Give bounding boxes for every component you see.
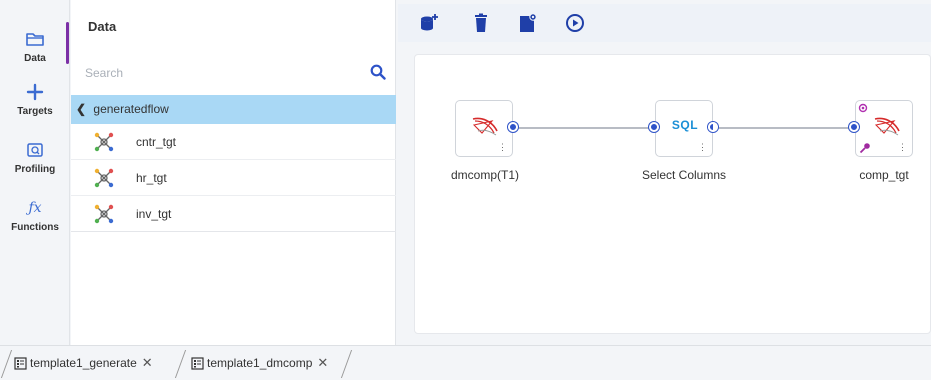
canvas-toolbar (398, 4, 931, 42)
input-port[interactable] (649, 122, 659, 132)
flow-file-icon (14, 357, 27, 370)
link-line (513, 127, 653, 129)
profiling-icon (27, 143, 43, 157)
tab-bar: template1_generate ✕ template1_dmcomp ✕ (0, 345, 931, 380)
node-menu-icon[interactable]: ⋮ (898, 143, 907, 152)
list-item-cntr-tgt[interactable]: cntr_tgt (71, 124, 396, 160)
tab-template1-dmcomp[interactable]: template1_dmcomp ✕ (191, 350, 328, 376)
flow-file-icon (191, 357, 204, 370)
node-select-columns[interactable]: SQL ⋮ (655, 100, 713, 157)
list-item-label: cntr_tgt (136, 135, 177, 149)
list-item-hr-tgt[interactable]: hr_tgt (71, 160, 396, 196)
target-marker-icon (858, 103, 868, 113)
node-menu-icon[interactable]: ⋮ (698, 143, 707, 152)
rail-item-label: Profiling (14, 164, 56, 175)
node-comp-tgt[interactable]: ⋮ (855, 100, 913, 157)
function-icon: ƒx (28, 200, 42, 216)
tab-template1-generate[interactable]: template1_generate ✕ (14, 350, 153, 376)
flow-canvas[interactable]: ⋮ dmcomp(T1) SQL ⋮ Select Columns ⋮ comp… (414, 54, 931, 334)
delete-icon[interactable] (470, 12, 492, 34)
tab-divider (340, 350, 353, 378)
tab-label: template1_dmcomp (207, 356, 313, 370)
list-item-inv-tgt[interactable]: inv_tgt (71, 196, 396, 232)
target-node-icon (94, 132, 114, 152)
node-dmcomp[interactable]: ⋮ (455, 100, 513, 157)
tab-label: template1_generate (30, 356, 137, 370)
app-window: Data Targets Profiling ƒx Functions Data (0, 0, 931, 380)
sql-badge: SQL (671, 118, 699, 132)
data-panel: Data ❮ generatedflow cntr_tgt (71, 0, 396, 345)
rail-item-functions[interactable]: ƒx Functions (0, 198, 70, 233)
link-line (713, 127, 853, 129)
rail-item-label: Targets (17, 106, 53, 117)
search-icon[interactable] (370, 64, 386, 80)
plus-icon (26, 83, 44, 101)
flow-name: generatedflow (93, 102, 169, 116)
output-port[interactable] (508, 122, 518, 132)
add-database-icon[interactable] (418, 12, 440, 34)
list-item-label: hr_tgt (136, 171, 167, 185)
run-icon[interactable] (564, 12, 586, 34)
rail-item-data[interactable]: Data (0, 29, 70, 64)
tab-divider (0, 350, 13, 378)
search-input[interactable] (71, 55, 396, 91)
search-box (71, 55, 396, 91)
close-icon[interactable]: ✕ (317, 350, 328, 376)
flow-header[interactable]: ❮ generatedflow (71, 95, 396, 124)
tab-divider (174, 350, 187, 378)
node-label: Select Columns (641, 168, 727, 182)
rail-item-targets[interactable]: Targets (0, 82, 70, 117)
rail-item-profiling[interactable]: Profiling (0, 140, 70, 175)
database-settings-icon[interactable] (516, 12, 538, 34)
input-port[interactable] (849, 122, 859, 132)
list-item-label: inv_tgt (136, 207, 172, 221)
rail-item-label: Functions (11, 222, 59, 233)
sql-server-icon (472, 117, 498, 136)
target-node-icon (94, 168, 114, 188)
output-port[interactable] (708, 122, 718, 132)
rail-active-indicator (66, 22, 69, 64)
sql-server-icon (874, 117, 900, 136)
target-node-icon (94, 204, 114, 224)
key-icon (859, 143, 870, 154)
folder-icon (26, 33, 44, 46)
panel-title: Data (88, 19, 117, 34)
left-rail: Data Targets Profiling ƒx Functions (0, 0, 70, 345)
close-icon[interactable]: ✕ (142, 350, 153, 376)
node-label: comp_tgt (859, 168, 909, 182)
node-label: dmcomp(T1) (450, 168, 519, 182)
chevron-left-icon[interactable]: ❮ (76, 102, 86, 116)
rail-item-label: Data (24, 53, 46, 64)
node-menu-icon[interactable]: ⋮ (498, 143, 507, 152)
